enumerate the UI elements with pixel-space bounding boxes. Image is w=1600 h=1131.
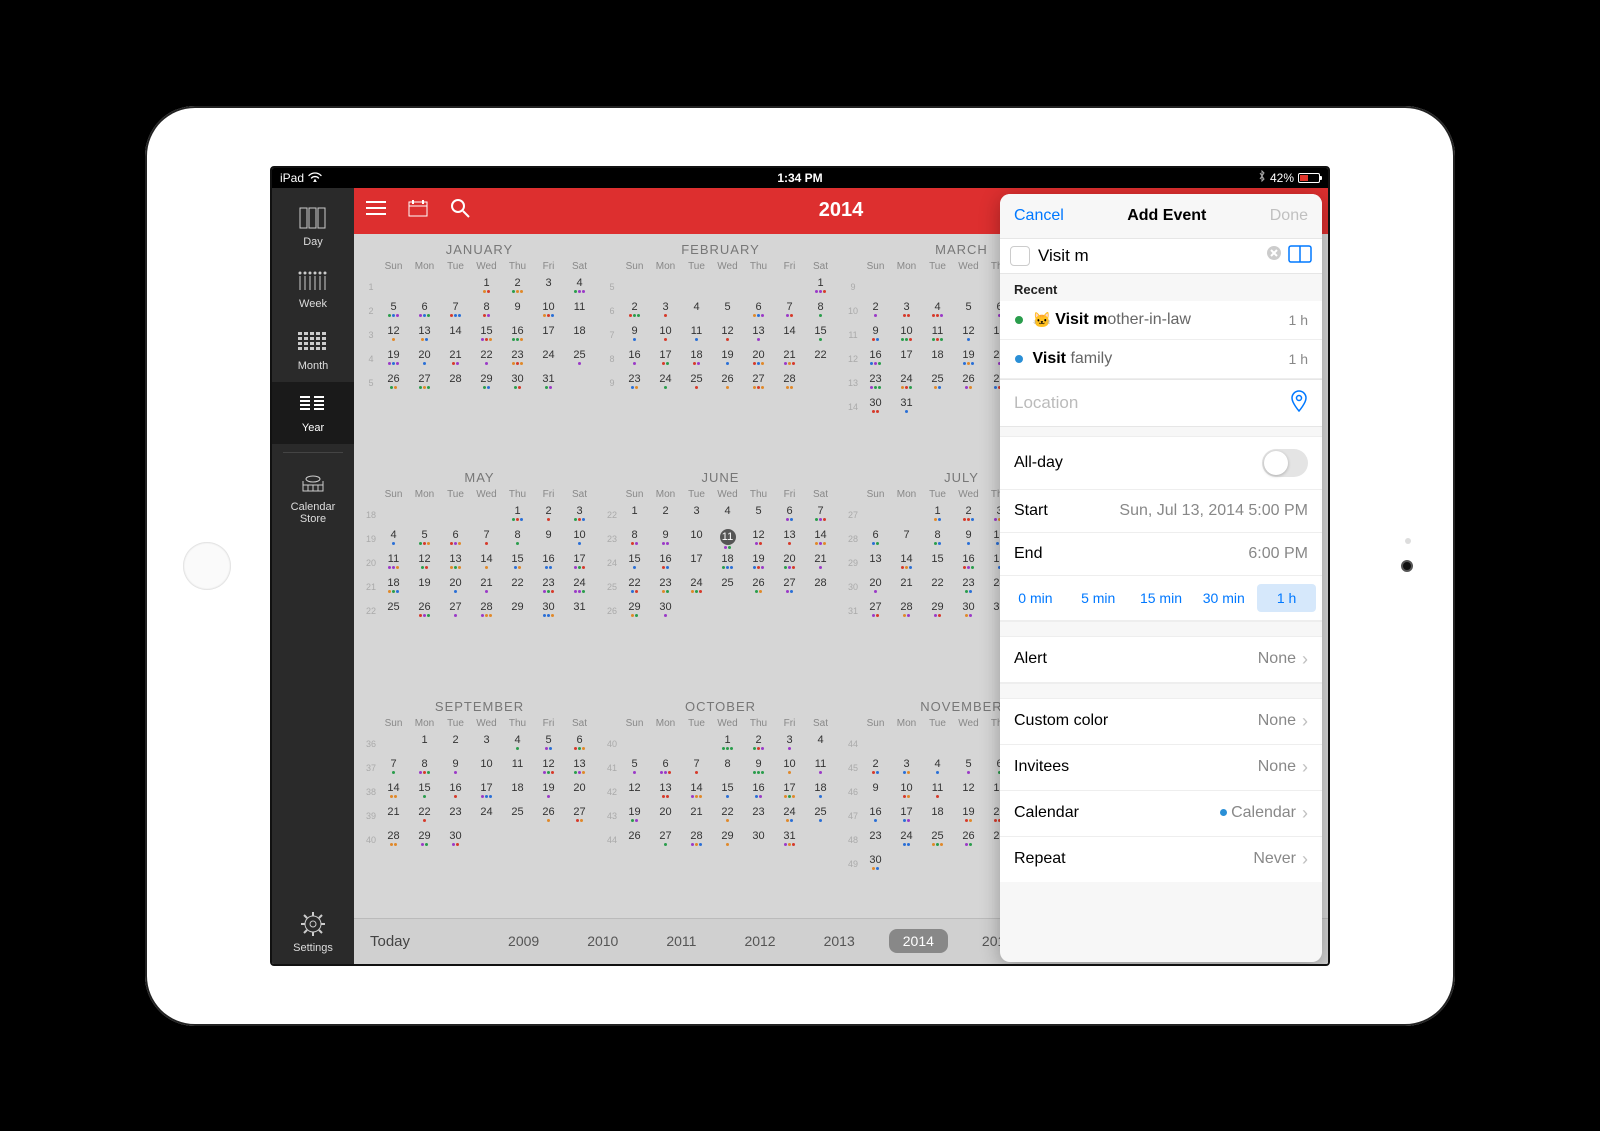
- suggestion-row[interactable]: Visit family1 h: [1000, 340, 1322, 379]
- sidebar-label: Settings: [293, 942, 333, 954]
- month-9[interactable]: SEPTEMBERSunMonTueWedThuFriSat3612345637…: [362, 695, 597, 918]
- year-2010[interactable]: 2010: [573, 929, 632, 953]
- today-icon[interactable]: [408, 199, 428, 222]
- location-row[interactable]: Location: [1000, 379, 1322, 427]
- chevron-right-icon: ›: [1302, 803, 1308, 824]
- duration-option[interactable]: 5 min: [1069, 584, 1128, 612]
- add-event-popover: Cancel Add Event Done Rec: [1000, 194, 1322, 962]
- sidebar-item-year[interactable]: Year: [272, 382, 354, 444]
- month-1[interactable]: JANUARYSunMonTueWedThuFriSat112342567891…: [362, 238, 597, 461]
- todo-checkbox[interactable]: [1010, 246, 1030, 266]
- toolbar-title[interactable]: 2014: [819, 199, 864, 222]
- camera-dot: [1401, 560, 1413, 572]
- end-row[interactable]: End 6:00 PM: [1000, 533, 1322, 576]
- home-button[interactable]: [183, 542, 231, 590]
- bluetooth-icon: [1258, 170, 1266, 185]
- cancel-button[interactable]: Cancel: [1014, 207, 1064, 225]
- sidebar-item-settings[interactable]: Settings: [272, 900, 354, 964]
- carrier-label: iPad: [280, 171, 304, 185]
- color-row[interactable]: Custom color None ›: [1000, 699, 1322, 745]
- calendar-row[interactable]: Calendar Calendar ›: [1000, 791, 1322, 837]
- duration-option[interactable]: 0 min: [1006, 584, 1065, 612]
- battery-pct: 42%: [1270, 171, 1294, 185]
- repeat-row[interactable]: Repeat Never ›: [1000, 837, 1322, 882]
- start-row[interactable]: Start Sun, Jul 13, 2014 5:00 PM: [1000, 490, 1322, 533]
- allday-row[interactable]: All-day: [1000, 437, 1322, 490]
- menu-icon[interactable]: [366, 200, 386, 221]
- main-content: 2014 JANUARYSunMonTueWedThuFriSat1123425…: [354, 188, 1328, 964]
- suggestion-row[interactable]: 🐱Visit mother-in-law1 h: [1000, 301, 1322, 340]
- clear-icon[interactable]: [1266, 245, 1282, 266]
- sidebar-label: Calendar Store: [291, 501, 336, 525]
- year-2011[interactable]: 2011: [652, 929, 710, 953]
- invitees-row[interactable]: Invitees None ›: [1000, 745, 1322, 791]
- duration-option[interactable]: 1 h: [1257, 584, 1316, 612]
- event-title-row: [1000, 238, 1322, 274]
- year-2009[interactable]: 2009: [494, 929, 553, 953]
- sidebar-item-day[interactable]: Day: [272, 194, 354, 258]
- search-icon[interactable]: [450, 198, 470, 223]
- clock-label: 1:34 PM: [777, 171, 822, 185]
- year-2013[interactable]: 2013: [810, 929, 869, 953]
- location-pin-icon[interactable]: [1290, 390, 1308, 416]
- app-content: Day Week Month: [272, 188, 1328, 964]
- location-placeholder: Location: [1014, 393, 1290, 413]
- month-5[interactable]: MAYSunMonTueWedThuFriSat1812319456789102…: [362, 466, 597, 689]
- status-bar: iPad 1:34 PM 42%: [272, 168, 1328, 188]
- duration-option[interactable]: 30 min: [1194, 584, 1253, 612]
- today-button[interactable]: Today: [370, 933, 410, 950]
- sidebar-label: Month: [298, 360, 329, 372]
- templates-icon[interactable]: [1288, 245, 1312, 267]
- allday-toggle[interactable]: [1262, 449, 1308, 477]
- chevron-right-icon: ›: [1302, 711, 1308, 732]
- duration-option[interactable]: 15 min: [1132, 584, 1191, 612]
- year-2012[interactable]: 2012: [730, 929, 789, 953]
- chevron-right-icon: ›: [1302, 757, 1308, 778]
- chevron-right-icon: ›: [1302, 649, 1308, 670]
- chevron-right-icon: ›: [1302, 849, 1308, 870]
- gear-icon: [301, 912, 325, 936]
- battery-icon: [1298, 173, 1320, 183]
- popover-title: Add Event: [1127, 207, 1206, 225]
- duration-presets: 0 min5 min15 min30 min1 h: [1000, 576, 1322, 621]
- month-6[interactable]: JUNESunMonTueWedThuFriSat221234567238910…: [603, 466, 838, 689]
- sidebar-label: Week: [299, 298, 327, 310]
- sidebar-label: Year: [302, 422, 324, 434]
- alert-row[interactable]: Alert None ›: [1000, 637, 1322, 683]
- ipad-frame: iPad 1:34 PM 42% Day: [145, 106, 1455, 1026]
- done-button[interactable]: Done: [1270, 207, 1308, 225]
- month-2[interactable]: FEBRUARYSunMonTueWedThuFriSat51623456787…: [603, 238, 838, 461]
- wifi-icon: [308, 171, 322, 185]
- ambient-dot: [1405, 538, 1411, 544]
- recent-label: Recent: [1000, 274, 1322, 301]
- screen: iPad 1:34 PM 42% Day: [270, 166, 1330, 966]
- month-10[interactable]: OCTOBERSunMonTueWedThuFriSat401234415678…: [603, 695, 838, 918]
- year-2014[interactable]: 2014: [889, 929, 948, 953]
- sidebar-item-store[interactable]: Calendar Store: [272, 461, 354, 535]
- sidebar-item-week[interactable]: Week: [272, 258, 354, 320]
- event-title-input[interactable]: [1038, 246, 1260, 266]
- sidebar-label: Day: [303, 236, 323, 248]
- sidebar-item-month[interactable]: Month: [272, 320, 354, 382]
- view-sidebar: Day Week Month: [272, 188, 354, 964]
